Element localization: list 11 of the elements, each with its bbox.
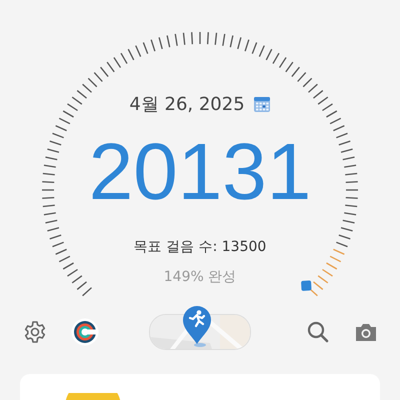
- goal-label: 목표 걸음 수: 13500: [134, 238, 266, 256]
- date-label: 4월 26, 2025: [129, 93, 245, 116]
- camera-icon[interactable]: [354, 321, 378, 343]
- settings-icon[interactable]: [23, 320, 47, 344]
- percent-label: 149% 완성: [164, 268, 236, 286]
- app-logo-icon[interactable]: [71, 318, 99, 346]
- gauge-end-marker: [301, 280, 312, 291]
- search-icon[interactable]: [306, 320, 330, 344]
- calendar-icon[interactable]: [252, 95, 271, 113]
- runner-pin-icon: [181, 305, 213, 345]
- step-count: 20131: [88, 132, 312, 212]
